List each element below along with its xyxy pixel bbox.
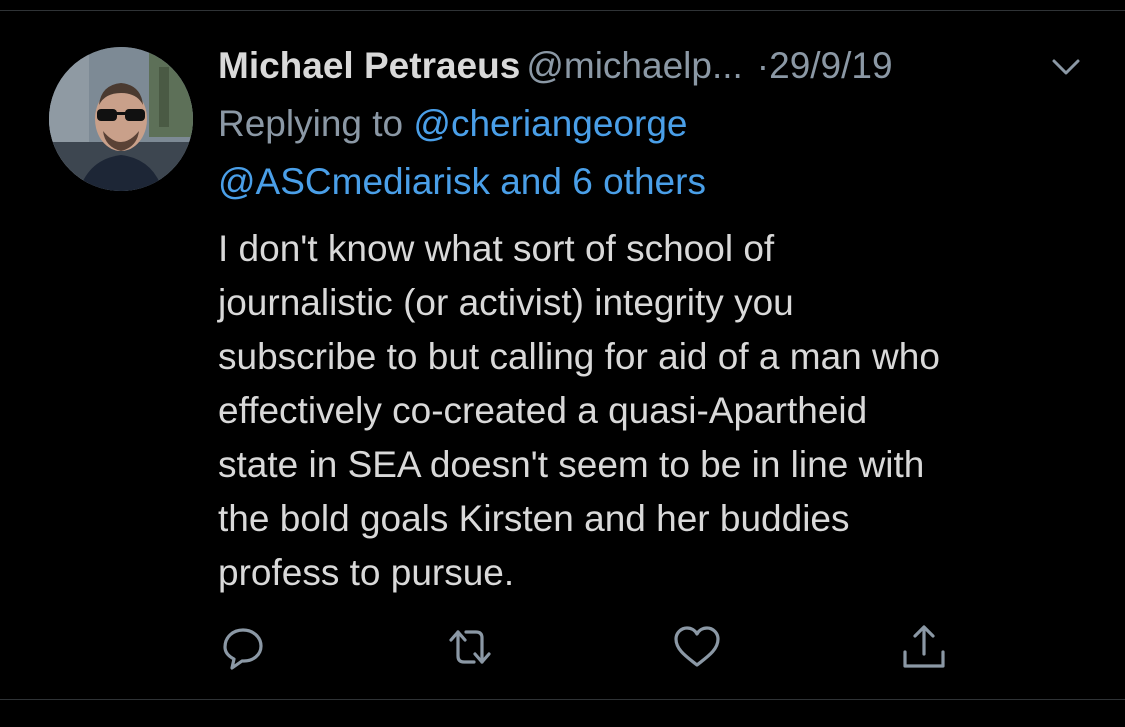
tweet-text-line: state in SEA doesn't seem to be in line … — [218, 444, 925, 485]
share-icon — [903, 625, 945, 668]
tweet-header: Michael Petraeus @michaelp... ·29/9/19 — [218, 40, 1088, 92]
top-divider — [0, 10, 1125, 11]
tweet-actions — [0, 620, 1125, 680]
tweet-text: I don't know what sort of school of jour… — [218, 222, 1088, 600]
separator-dot: · — [756, 45, 770, 86]
mention-link-2[interactable]: @ASCmediarisk and 6 others — [218, 161, 706, 202]
author-display-name[interactable]: Michael Petraeus — [218, 45, 520, 86]
like-button[interactable] — [670, 620, 724, 674]
share-button[interactable] — [897, 620, 951, 674]
tweet-text-line: subscribe to but calling for aid of a ma… — [218, 336, 940, 377]
tweet-text-line: profess to pursue. — [218, 552, 515, 593]
profile-photo-icon — [49, 47, 193, 191]
bottom-divider — [0, 699, 1125, 700]
tweet-text-line: I don't know what sort of school of — [218, 228, 775, 269]
reply-icon — [223, 628, 263, 670]
tweet-text-line: the bold goals Kirsten and her buddies — [218, 498, 850, 539]
tweet-text-line: effectively co-created a quasi-Apartheid — [218, 390, 868, 431]
replying-to: Replying to @cheriangeorge @ASCmediarisk… — [218, 95, 1088, 211]
chevron-down-icon[interactable] — [1050, 55, 1082, 79]
tweet-text-line: journalistic (or activist) integrity you — [218, 282, 794, 323]
avatar[interactable] — [49, 47, 193, 191]
retweet-icon — [449, 630, 491, 664]
tweet-content: Michael Petraeus @michaelp... ·29/9/19 Rep… — [218, 40, 1088, 600]
mention-link-1[interactable]: @cheriangeorge — [413, 103, 687, 144]
tweet-date[interactable]: 29/9/19 — [769, 45, 892, 86]
author-handle[interactable]: @michaelp... — [526, 45, 742, 86]
replying-to-prefix: Replying to — [218, 103, 404, 144]
reply-button[interactable] — [216, 620, 270, 674]
heart-icon — [674, 626, 720, 667]
retweet-button[interactable] — [443, 620, 497, 674]
